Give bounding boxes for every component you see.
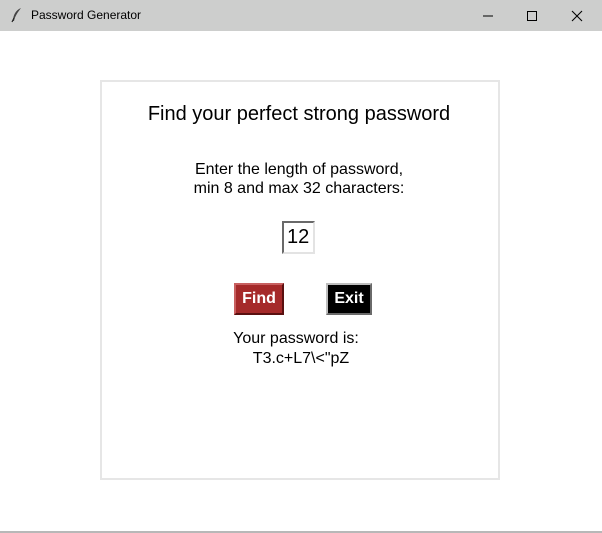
find-button[interactable]: Find [234,283,284,315]
result-label: Your password is: [233,330,359,347]
minimize-icon [483,15,493,16]
length-prompt: Enter the length of password, min 8 and … [0,160,598,198]
page-title: Find your perfect strong password [147,103,451,125]
app-window: Password Generator Find your perfect str… [0,0,602,533]
maximize-button[interactable] [509,0,555,31]
content-area: Find your perfect strong password Enter … [0,31,602,531]
close-button[interactable] [554,0,600,31]
generator-frame [100,80,500,480]
window-title: Password Generator [31,8,142,22]
length-prompt-line-1: Enter the length of password, [194,161,404,178]
length-input[interactable] [282,221,315,254]
minimize-button[interactable] [465,0,511,31]
close-icon [571,10,583,21]
title-bar[interactable]: Password Generator [0,0,602,31]
feather-icon [11,8,21,23]
maximize-icon [527,10,537,21]
exit-button[interactable]: Exit [326,283,372,315]
length-prompt-line-2: min 8 and max 32 characters: [193,180,405,197]
password-output: T3.c+L7\<"pZ [252,350,350,367]
